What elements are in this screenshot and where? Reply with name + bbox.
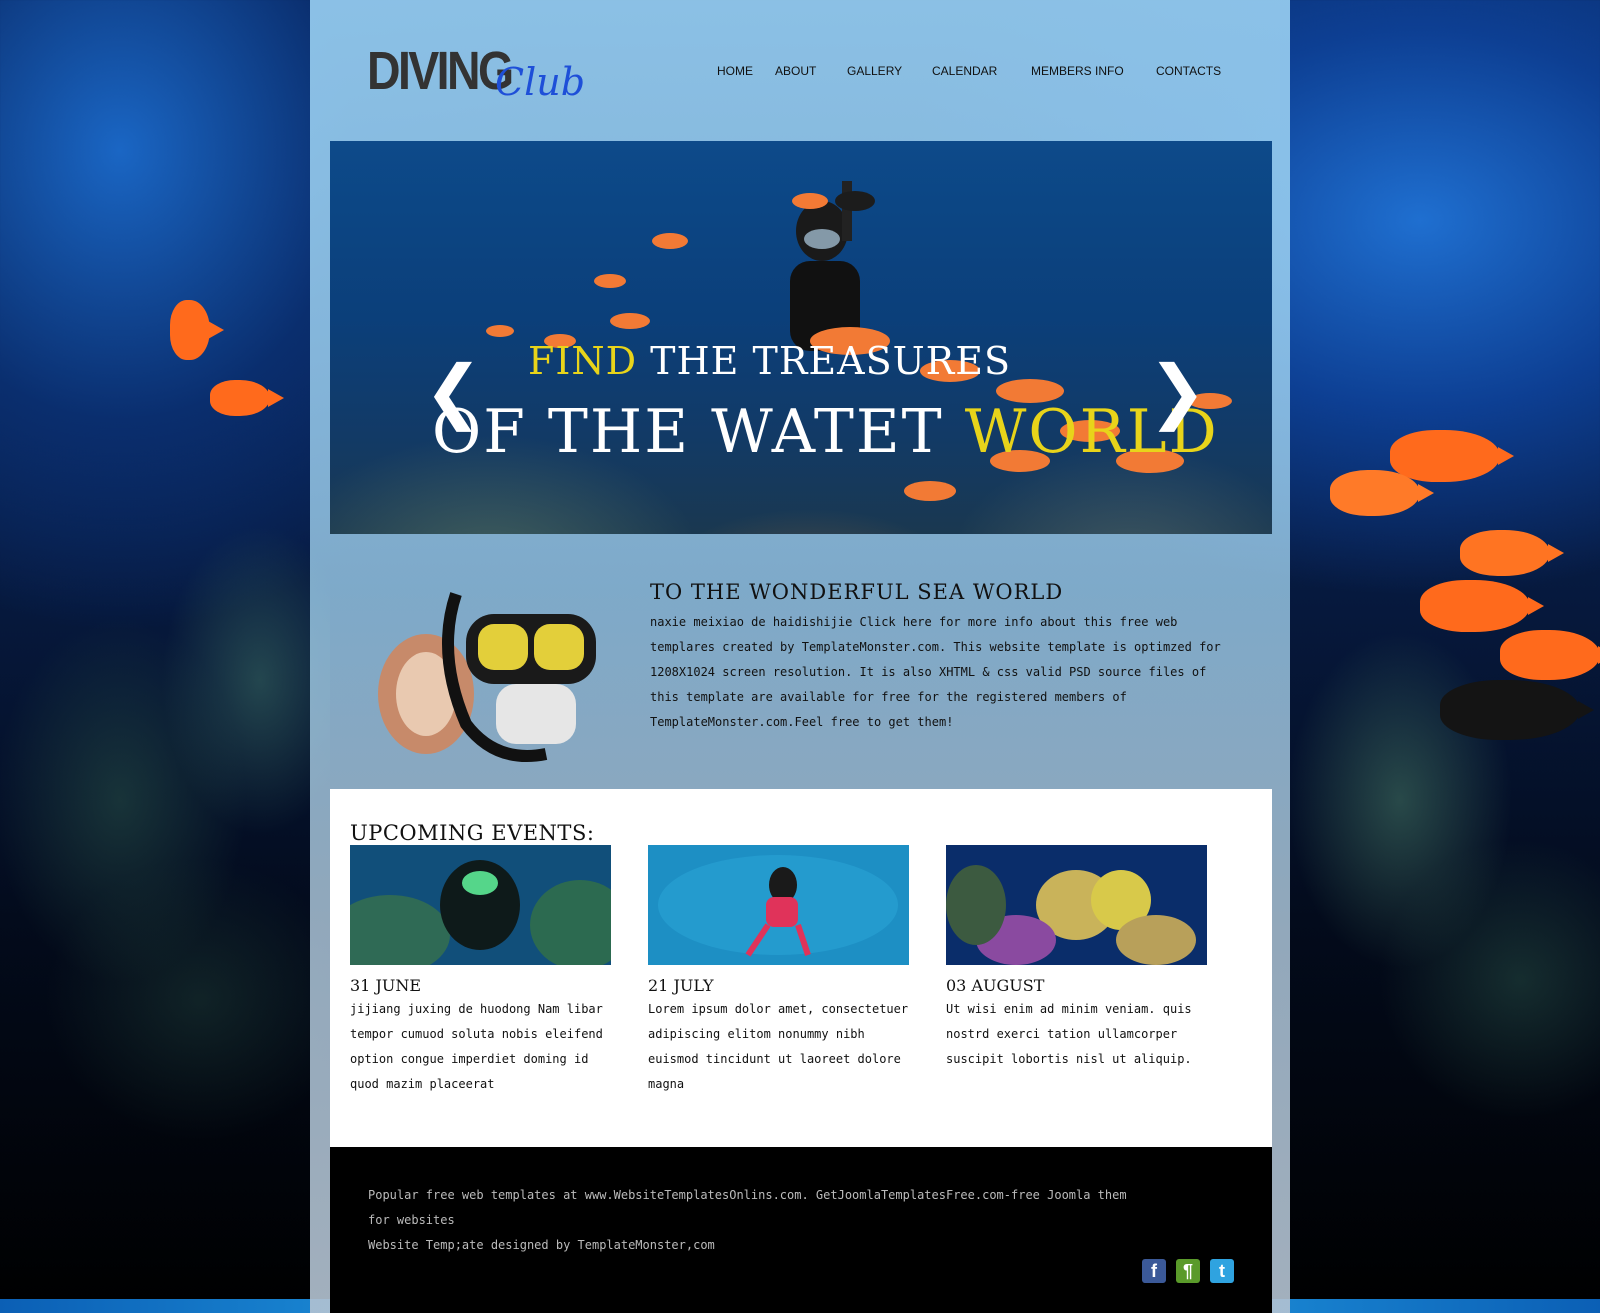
intro-title: TO THE WONDERFUL SEA WORLD bbox=[650, 580, 1064, 604]
hero-heading-line2: OF THE WATET WORLD bbox=[432, 397, 1219, 467]
event-image-swimmer[interactable] bbox=[648, 845, 909, 965]
diving-mask-snorkel-image bbox=[378, 592, 596, 762]
background-fish bbox=[1440, 680, 1594, 740]
upcoming-events: UPCOMING EVENTS: 31 JUNE jijiang juxing … bbox=[330, 789, 1272, 1147]
nav-gallery[interactable]: GALLERY bbox=[847, 64, 902, 78]
hero-highlight-find: FIND bbox=[528, 339, 638, 383]
background-fish bbox=[1500, 630, 1600, 680]
share-icon[interactable]: ¶ bbox=[1176, 1259, 1200, 1283]
event-text: Lorem ipsum dolor amet, consectetuer adi… bbox=[648, 1002, 909, 1091]
event-card: 31 JUNE jijiang juxing de huodong Nam li… bbox=[330, 845, 630, 1097]
event-image-coral-reef[interactable] bbox=[946, 845, 1207, 965]
header: DIVING Club HOME ABOUT GALLERY CALENDAR … bbox=[310, 0, 1290, 140]
logo-script-text: Club bbox=[495, 60, 586, 104]
intro-section: TO THE WONDERFUL SEA WORLD naxie meixiao… bbox=[330, 534, 1272, 789]
event-card: 03 AUGUST Ut wisi enim ad minim veniam. … bbox=[946, 845, 1207, 1072]
slider-prev-arrow-icon[interactable]: ❮ bbox=[424, 356, 483, 426]
footer: Popular free web templates at www.Websit… bbox=[330, 1147, 1272, 1313]
nav-about[interactable]: ABOUT bbox=[775, 64, 816, 78]
background-reef-left bbox=[0, 480, 330, 1180]
background-fish bbox=[1390, 430, 1514, 482]
intro-text: naxie meixiao de haidishijie Click here … bbox=[650, 615, 1221, 729]
background-fish bbox=[210, 380, 284, 416]
twitter-icon[interactable]: t bbox=[1210, 1259, 1234, 1283]
nav-home[interactable]: HOME bbox=[717, 64, 753, 78]
event-date: 31 JUNE bbox=[350, 976, 422, 995]
hero-line1-rest: THE TREASURES bbox=[637, 339, 1012, 383]
hero-fish-school bbox=[486, 193, 1232, 501]
footer-text: Popular free web templates at www.Websit… bbox=[368, 1183, 1148, 1258]
event-date: 21 JULY bbox=[648, 976, 714, 995]
hero-slider: FIND THE TREASURES OF THE WATET WORLD ❮ … bbox=[330, 141, 1272, 534]
site-logo[interactable]: DIVING Club bbox=[367, 40, 585, 104]
page-column: DIVING Club HOME ABOUT GALLERY CALENDAR … bbox=[310, 0, 1290, 1313]
event-text: jijiang juxing de huodong Nam libar temp… bbox=[350, 1002, 603, 1091]
background-fish bbox=[1420, 580, 1544, 632]
footer-line2: Website Temp;ate designed by TemplateMon… bbox=[368, 1238, 715, 1252]
background-fish bbox=[1330, 470, 1434, 516]
nav-members-info[interactable]: MEMBERS INFO bbox=[1031, 64, 1124, 78]
events-title: UPCOMING EVENTS: bbox=[350, 821, 595, 845]
nav-calendar[interactable]: CALENDAR bbox=[932, 64, 997, 78]
event-image-diver[interactable] bbox=[330, 845, 630, 975]
facebook-icon[interactable]: f bbox=[1142, 1259, 1166, 1283]
nav-contacts[interactable]: CONTACTS bbox=[1156, 64, 1221, 78]
background-fish bbox=[170, 300, 224, 360]
hero-heading-line1: FIND THE TREASURES bbox=[528, 339, 1011, 383]
footer-line1: Popular free web templates at www.Websit… bbox=[368, 1188, 1127, 1227]
event-text: Ut wisi enim ad minim veniam. quis nostr… bbox=[946, 1002, 1192, 1066]
logo-text: DIVING bbox=[367, 41, 514, 101]
hero-line2-rest: OF THE WATET bbox=[432, 397, 965, 467]
event-date: 03 AUGUST bbox=[946, 976, 1045, 995]
slider-next-arrow-icon[interactable]: ❯ bbox=[1148, 356, 1207, 426]
background-fish bbox=[1460, 530, 1564, 576]
event-card: 21 JULY Lorem ipsum dolor amet, consecte… bbox=[648, 845, 909, 1097]
